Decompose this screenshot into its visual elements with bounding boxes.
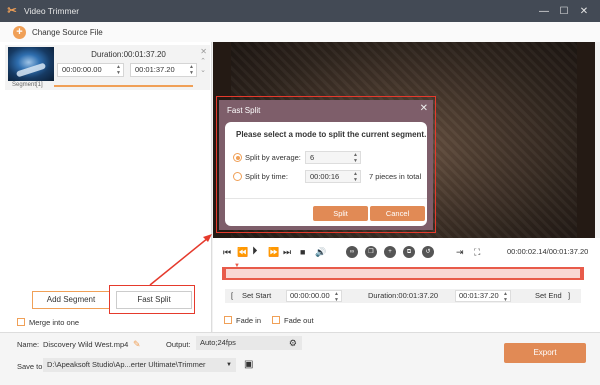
- output-value: Auto;24fps: [200, 338, 236, 347]
- spinner-icon[interactable]: ▲ ▼: [189, 64, 194, 76]
- split-time-value: 00:00:16: [310, 172, 340, 181]
- split-button[interactable]: Split: [313, 206, 368, 221]
- save-path-field[interactable]: D:\Apeaksoft Studio\Ap...erter Ultimate\…: [43, 358, 236, 372]
- segment-end-field[interactable]: 00:01:37.20 ▲ ▼: [130, 63, 197, 77]
- minimize-icon[interactable]: —: [534, 3, 554, 19]
- edit-icon[interactable]: ✎: [133, 339, 141, 350]
- fast-split-highlight: [109, 285, 195, 314]
- chevron-down-icon[interactable]: ⌄: [200, 66, 206, 74]
- trim-start-field[interactable]: 00:00:00.00 ▲ ▼: [286, 290, 342, 303]
- trim-timeline[interactable]: ▼: [222, 263, 584, 280]
- duplicate-icon[interactable]: ⧉: [403, 246, 415, 258]
- jump-to-icon[interactable]: ⇥: [456, 247, 464, 257]
- maximize-icon[interactable]: ☐: [554, 3, 574, 19]
- spinner-icon[interactable]: ▲ ▼: [116, 64, 121, 76]
- segment-start-field[interactable]: 00:00:00.00 ▲ ▼: [57, 63, 124, 77]
- spinner-icon[interactable]: ▲ ▼: [353, 171, 358, 183]
- window-controls: — ☐ ✕: [534, 0, 594, 22]
- save-to-label: Save to:: [17, 362, 45, 371]
- dialog-title: Fast Split: [227, 106, 261, 115]
- change-source-button[interactable]: Change Source File: [32, 28, 103, 37]
- name-label: Name:: [17, 340, 40, 349]
- save-path-value: D:\Apeaksoft Studio\Ap...erter Ultimate\…: [47, 360, 206, 369]
- pieces-total: 7 pieces in total: [369, 172, 422, 181]
- bracket-start-icon: [: [231, 291, 234, 300]
- close-icon[interactable]: ✕: [420, 103, 428, 114]
- copy-icon[interactable]: ❐: [365, 246, 377, 258]
- average-count-field[interactable]: 6 ▲ ▼: [305, 151, 361, 164]
- dropdown-arrow-icon[interactable]: ▼: [226, 358, 232, 372]
- split-time-field[interactable]: 00:00:16 ▲ ▼: [305, 170, 361, 183]
- fullscreen-icon[interactable]: ⛶: [474, 247, 480, 257]
- toolbar: + Change Source File: [0, 22, 600, 42]
- volume-icon[interactable]: 🔊: [315, 247, 326, 257]
- scissors-icon: ✂: [7, 5, 17, 17]
- dialog-divider: [225, 198, 427, 199]
- rewind-icon[interactable]: ⏪: [237, 247, 248, 257]
- chevron-up-icon[interactable]: ⌃: [200, 57, 206, 65]
- merge-checkbox[interactable]: [17, 318, 25, 326]
- fade-in-label: Fade in: [236, 316, 262, 325]
- title-bar: ✂ Video Trimmer — ☐ ✕: [0, 0, 600, 22]
- window-title: Video Trimmer: [24, 6, 80, 16]
- segment-end-value: 00:01:37.20: [135, 65, 175, 74]
- playhead-icon[interactable]: ▼: [234, 263, 240, 269]
- add-icon[interactable]: +: [13, 25, 26, 39]
- cancel-button[interactable]: Cancel: [370, 206, 425, 221]
- split-average-label: Split by average:: [245, 153, 301, 162]
- add-clip-icon[interactable]: +: [384, 246, 396, 258]
- spinner-icon[interactable]: ▲ ▼: [503, 291, 508, 303]
- trim-start-value: 00:00:00.00: [290, 291, 330, 300]
- add-segment-button[interactable]: Add Segment: [32, 291, 110, 309]
- fast-split-dialog: Fast Split ✕ Please select a mode to spl…: [219, 100, 433, 230]
- split-time-radio[interactable]: [233, 172, 242, 181]
- segment-progress-bar: [54, 85, 193, 87]
- output-label: Output:: [166, 340, 191, 349]
- loop-icon[interactable]: ∞: [346, 246, 358, 258]
- segment-duration: Duration:00:01:37.20: [91, 50, 166, 59]
- dialog-body: Please select a mode to split the curren…: [225, 122, 427, 226]
- segment-label: Segment[1]: [12, 82, 43, 88]
- dialog-heading: Please select a mode to split the curren…: [236, 130, 427, 139]
- playback-time: 00:00:02.14/00:01:37.20: [507, 247, 589, 256]
- set-start-button[interactable]: Set Start: [242, 289, 271, 303]
- spinner-icon[interactable]: ▲ ▼: [334, 291, 339, 303]
- play-icon[interactable]: ⏵: [252, 246, 258, 257]
- split-time-label: Split by time:: [245, 172, 288, 181]
- bracket-end-icon: ]: [568, 291, 571, 300]
- export-button[interactable]: Export: [504, 343, 586, 363]
- delete-segment-icon[interactable]: ✕: [200, 47, 207, 56]
- merge-label: Merge into one: [29, 318, 80, 327]
- gear-icon[interactable]: ⚙: [289, 336, 297, 350]
- close-icon[interactable]: ✕: [574, 3, 594, 19]
- trim-end-value: 00:01:37.20: [459, 291, 499, 300]
- output-settings-field[interactable]: Auto;24fps ⚙: [196, 336, 302, 350]
- video-thumbnail: [8, 47, 54, 81]
- spinner-icon[interactable]: ▲ ▼: [353, 152, 358, 164]
- segment-start-value: 00:00:00.00: [62, 65, 102, 74]
- reset-icon[interactable]: ↺: [422, 246, 434, 258]
- fast-forward-icon[interactable]: ⏩: [268, 247, 279, 257]
- trim-end-field[interactable]: 00:01:37.20 ▲ ▼: [455, 290, 511, 303]
- average-count-value: 6: [310, 153, 315, 162]
- trim-row: [ Set Start 00:00:00.00 ▲ ▼ Duration:00:0…: [225, 289, 581, 303]
- fade-in-checkbox[interactable]: [224, 316, 232, 324]
- skip-end-icon[interactable]: ⏭: [283, 247, 291, 257]
- skip-start-icon[interactable]: ⏮: [223, 247, 231, 257]
- split-average-radio[interactable]: [233, 153, 242, 162]
- timeline-end-handle[interactable]: [580, 267, 584, 280]
- set-end-button[interactable]: Set End: [535, 289, 562, 303]
- trim-duration: Duration:00:01:37.20: [368, 291, 439, 300]
- fade-out-checkbox[interactable]: [272, 316, 280, 324]
- timeline-start-handle[interactable]: [222, 267, 226, 280]
- fade-out-label: Fade out: [284, 316, 314, 325]
- file-name-value: Discovery Wild West.mp4: [43, 340, 129, 349]
- folder-icon[interactable]: ▣: [244, 359, 253, 370]
- stop-icon[interactable]: ■: [300, 247, 305, 257]
